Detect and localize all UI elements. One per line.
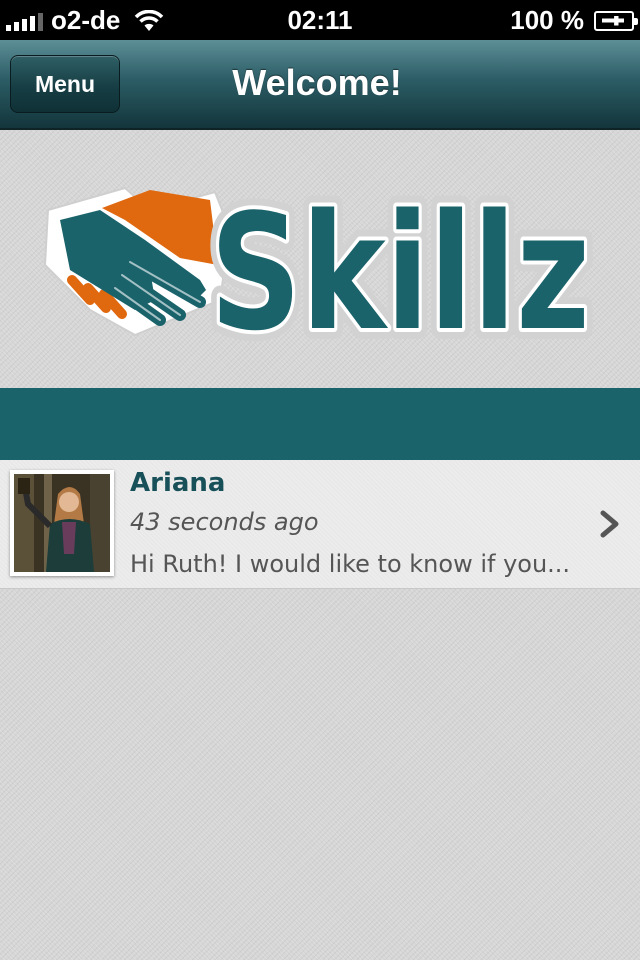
section-header-band <box>0 388 640 460</box>
avatar-photo <box>14 474 110 572</box>
menu-button[interactable]: Menu <box>10 55 120 113</box>
message-list-item[interactable]: Ariana 43 seconds ago Hi Ruth! I would l… <box>0 460 640 589</box>
status-right: 100 % <box>510 5 638 36</box>
battery-percent: 100 % <box>510 5 584 35</box>
message-preview: Hi Ruth! I would like to know if you... <box>130 550 571 578</box>
status-bar: o2-de 02:11 100 % <box>0 0 640 40</box>
message-sender-name: Ariana <box>130 468 226 498</box>
chevron-right-icon <box>600 510 619 538</box>
navigation-bar: Menu Welcome! <box>0 40 640 130</box>
battery-charging-icon <box>594 10 638 31</box>
page-title: Welcome! <box>232 62 402 103</box>
message-timestamp: 43 seconds ago <box>130 508 319 536</box>
logo-text: Skillz <box>210 179 590 350</box>
avatar <box>10 470 114 576</box>
skillz-logo: Skillz Skillz <box>43 170 601 350</box>
